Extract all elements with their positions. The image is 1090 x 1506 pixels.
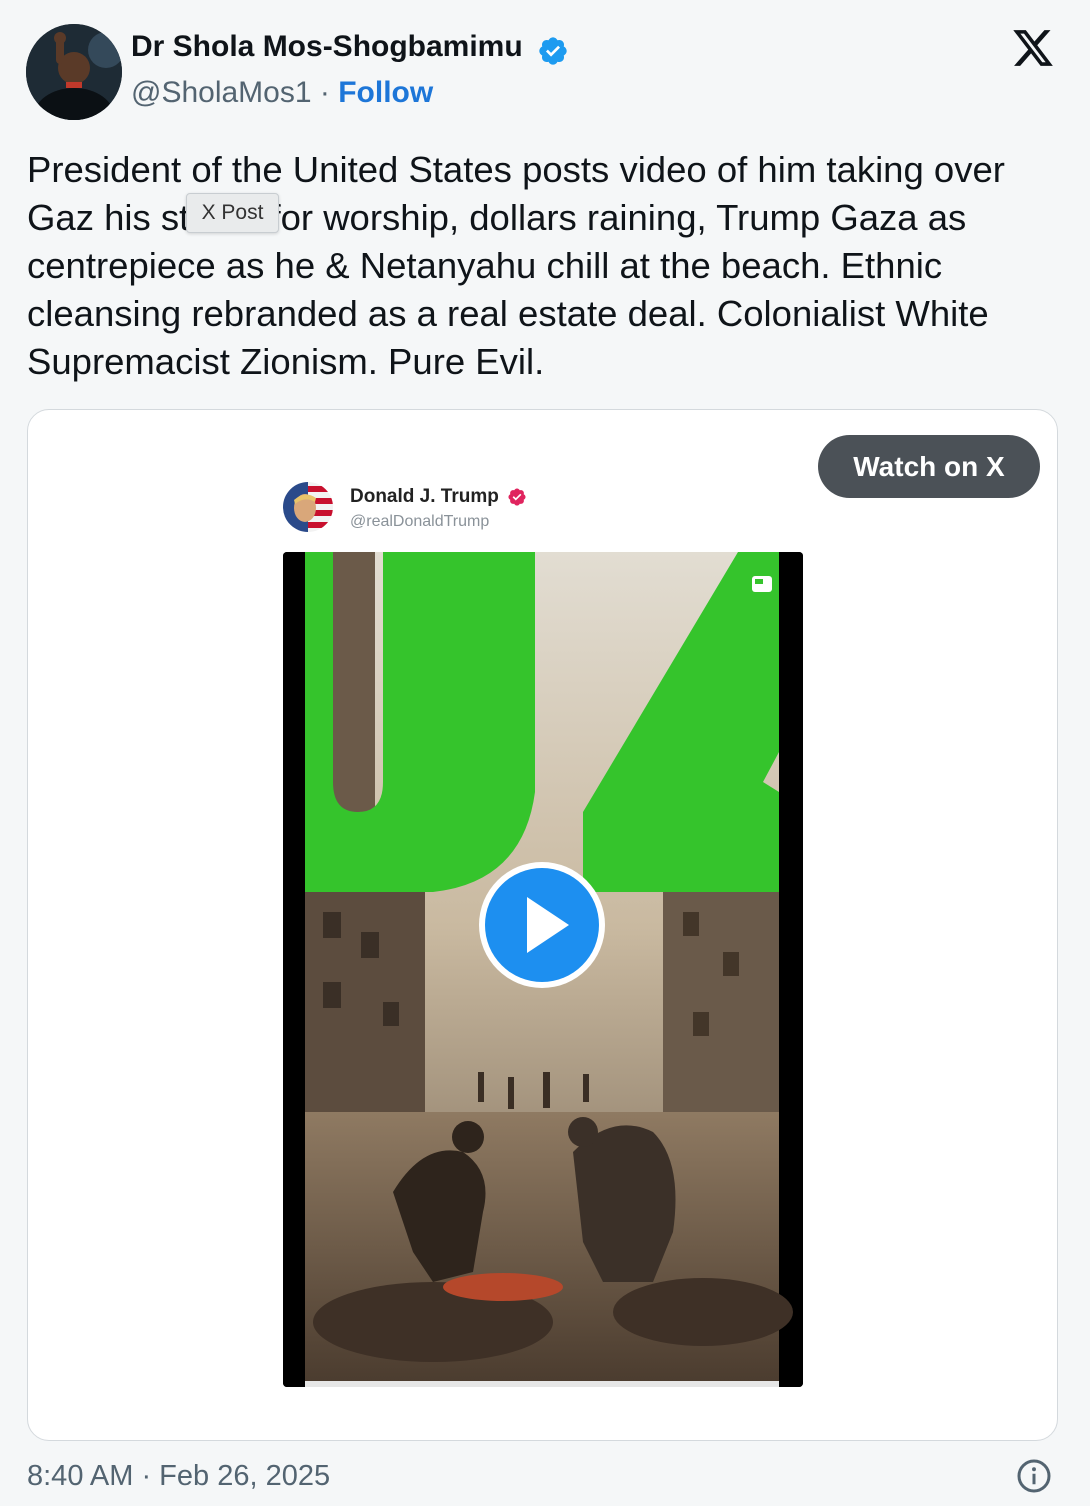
hover-tooltip: X Post	[186, 193, 279, 233]
embedded-author-handle: @realDonaldTrump	[350, 513, 490, 530]
info-icon[interactable]	[1016, 1458, 1052, 1494]
author-handle-row: @SholaMos1 · Follow	[131, 76, 433, 110]
media-card[interactable]: Watch on X Donald J. Trump @realDonaldTr…	[27, 409, 1058, 1441]
x-logo-icon[interactable]	[1010, 26, 1056, 70]
follow-button[interactable]: Follow	[338, 76, 433, 109]
tweet-text-part-2: his statue for worship, dollars raining,…	[27, 197, 989, 382]
author-avatar[interactable]	[26, 24, 122, 120]
play-icon[interactable]	[477, 860, 607, 990]
embedded-author-avatar	[283, 482, 333, 532]
handle-separator: ·	[311, 76, 339, 109]
author-name[interactable]: Dr Shola Mos-Shogbamimu	[131, 30, 523, 64]
watch-on-x-button[interactable]: Watch on X	[818, 435, 1040, 498]
verified-badge-icon	[539, 37, 567, 65]
author-handle[interactable]: @SholaMos1	[131, 76, 312, 109]
post-timestamp[interactable]: 8:40 AM · Feb 26, 2025	[27, 1460, 330, 1493]
caption-icon[interactable]	[752, 576, 772, 592]
embedded-verified-badge-icon	[508, 488, 526, 506]
tweet-text: President of the United States posts vid…	[27, 146, 1067, 386]
embedded-author-name: Donald J. Trump	[350, 486, 499, 507]
